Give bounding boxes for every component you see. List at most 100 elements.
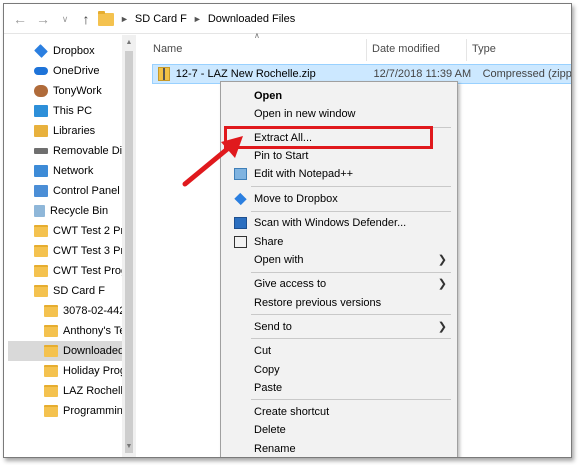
- menu-item-restore-versions[interactable]: Restore previous versions: [221, 294, 457, 312]
- column-header-name[interactable]: Name: [153, 43, 182, 55]
- chevron-down-icon[interactable]: ∨: [57, 11, 73, 27]
- file-name: 12-7 - LAZ New Rochelle.zip: [175, 68, 316, 80]
- menu-item-label: Delete: [254, 424, 286, 436]
- menu-item-scan-defender[interactable]: Scan with Windows Defender...: [221, 214, 457, 232]
- sidebar-item-tonywork[interactable]: TonyWork: [34, 81, 122, 101]
- sidebar-item-3078[interactable]: 3078-02-442-M: [44, 301, 122, 321]
- sidebar-item-this-pc[interactable]: This PC: [34, 101, 122, 121]
- menu-separator: [251, 211, 451, 212]
- scroll-up-icon[interactable]: ▲: [122, 37, 136, 49]
- forward-arrow-icon[interactable]: →: [35, 11, 51, 27]
- sidebar-item-sd-card-f[interactable]: SD Card F: [34, 281, 122, 301]
- file-explorer-window: ← → ∨ ↑ ► SD Card F ► Downloaded Files D…: [3, 3, 572, 458]
- menu-separator: [251, 272, 451, 273]
- menu-item-label: Share: [254, 236, 284, 248]
- recycle-bin-icon: [34, 205, 45, 217]
- sidebar-item-label: CWT Test Progr: [53, 265, 122, 277]
- folder-icon: [44, 345, 58, 357]
- breadcrumb-item-downloaded-files[interactable]: Downloaded Files: [208, 13, 295, 25]
- sidebar-item-laz-rochelle[interactable]: LAZ Rochelle I: [44, 381, 122, 401]
- sidebar-item-control-panel[interactable]: Control Panel: [34, 181, 122, 201]
- menu-item-rename[interactable]: Rename: [221, 440, 457, 457]
- menu-item-delete[interactable]: Delete: [221, 421, 457, 439]
- sidebar-item-label: Libraries: [53, 125, 96, 137]
- folder-icon: [98, 10, 114, 26]
- sidebar-item-cwt-test-2[interactable]: CWT Test 2 Proc: [34, 221, 122, 241]
- folder-icon: [34, 245, 48, 257]
- menu-item-cut[interactable]: Cut: [221, 342, 457, 360]
- breadcrumb-separator-icon: ►: [192, 14, 202, 24]
- zip-file-icon: [158, 67, 170, 81]
- breadcrumb-item-sd-card[interactable]: SD Card F: [135, 13, 187, 25]
- sidebar-item-label: Recycle Bin: [50, 205, 109, 217]
- sidebar-item-anthonys-tes[interactable]: Anthony's Tes: [44, 321, 122, 341]
- menu-item-label: Rename: [254, 443, 296, 455]
- back-arrow-icon[interactable]: ←: [12, 11, 28, 27]
- user-icon: [34, 85, 48, 97]
- menu-item-create-shortcut[interactable]: Create shortcut: [221, 403, 457, 421]
- menu-item-label: Copy: [254, 364, 280, 376]
- chevron-right-icon: ❯: [437, 254, 447, 266]
- sidebar-item-cwt-test-3[interactable]: CWT Test 3 Proc: [34, 241, 122, 261]
- menu-item-edit-notepad[interactable]: Edit with Notepad++: [221, 165, 457, 183]
- sidebar-item-holiday-progr[interactable]: Holiday Progr: [44, 361, 122, 381]
- sidebar-item-dropbox[interactable]: Dropbox: [34, 41, 122, 61]
- menu-item-open-with[interactable]: Open with ❯: [221, 251, 457, 269]
- onedrive-icon: [34, 67, 48, 75]
- menu-item-share[interactable]: Share: [221, 233, 457, 251]
- menu-item-label: Open in new window: [254, 108, 356, 120]
- sidebar-item-recycle-bin[interactable]: Recycle Bin: [34, 201, 122, 221]
- sidebar-item-onedrive[interactable]: OneDrive: [34, 61, 122, 81]
- menu-item-label: Paste: [254, 382, 283, 394]
- menu-item-move-to-dropbox[interactable]: Move to Dropbox: [221, 190, 457, 208]
- menu-item-paste[interactable]: Paste: [221, 379, 457, 397]
- menu-item-copy[interactable]: Copy: [221, 361, 457, 379]
- menu-item-label: Scan with Windows Defender...: [254, 217, 407, 229]
- control-panel-icon: [34, 185, 48, 197]
- sidebar-item-label: TonyWork: [53, 85, 102, 97]
- menu-item-give-access[interactable]: Give access to ❯: [221, 275, 457, 293]
- scroll-down-icon[interactable]: ▼: [122, 441, 136, 453]
- menu-item-label: Pin to Start: [254, 150, 309, 162]
- folder-icon: [44, 405, 58, 417]
- sidebar-item-label: Anthony's Tes: [63, 325, 122, 337]
- menu-item-label: Create shortcut: [254, 406, 330, 418]
- menu-item-send-to[interactable]: Send to ❯: [221, 318, 457, 336]
- sidebar-item-programming[interactable]: Programming: [44, 401, 122, 421]
- sidebar-item-label: Dropbox: [53, 45, 95, 57]
- sidebar-item-cwt-test-progr[interactable]: CWT Test Progr: [34, 261, 122, 281]
- dropbox-icon: [234, 192, 247, 206]
- file-type: Compressed (zipp...: [482, 68, 572, 80]
- up-arrow-icon[interactable]: ↑: [78, 11, 94, 27]
- sidebar-scrollbar[interactable]: ▲ ▼: [122, 35, 136, 457]
- file-date-modified: 12/7/2018 11:39 AM: [373, 68, 472, 80]
- sidebar-item-downloaded-files[interactable]: Downloaded F: [8, 341, 122, 361]
- sidebar-item-libraries[interactable]: Libraries: [34, 121, 122, 141]
- menu-item-open[interactable]: Open: [221, 87, 457, 105]
- column-header-type[interactable]: Type: [472, 43, 496, 55]
- sidebar-item-network[interactable]: Network: [34, 161, 122, 181]
- menu-item-label: Edit with Notepad++: [254, 168, 354, 180]
- sidebar-item-label: Holiday Progr: [63, 365, 122, 377]
- sidebar-item-label: LAZ Rochelle I: [63, 385, 122, 397]
- highlight-box: [224, 126, 433, 149]
- menu-item-label: Open with: [254, 254, 304, 266]
- folder-icon: [44, 365, 58, 377]
- red-arrow-icon: [182, 136, 243, 187]
- folder-icon: [34, 265, 48, 277]
- menu-separator: [251, 186, 451, 187]
- column-header-date-modified[interactable]: Date modified: [372, 43, 440, 55]
- scrollbar-thumb[interactable]: [125, 51, 133, 453]
- navigation-pane: Dropbox OneDrive TonyWork This PC Librar…: [4, 35, 136, 457]
- menu-item-open-new-window[interactable]: Open in new window: [221, 105, 457, 123]
- menu-item-pin-to-start[interactable]: Pin to Start: [221, 147, 457, 165]
- sidebar-item-label: CWT Test 3 Proc: [53, 245, 122, 257]
- sidebar-item-label: Removable Disk: [53, 145, 122, 157]
- menu-item-label: Restore previous versions: [254, 297, 382, 309]
- folder-icon: [44, 305, 58, 317]
- sidebar-item-label: Control Panel: [53, 185, 120, 197]
- menu-item-label: Open: [254, 90, 283, 102]
- sidebar-item-label: SD Card F: [53, 285, 105, 297]
- sidebar-item-removable-disk[interactable]: Removable Disk: [34, 141, 122, 161]
- breadcrumb-separator-icon: ►: [120, 14, 129, 24]
